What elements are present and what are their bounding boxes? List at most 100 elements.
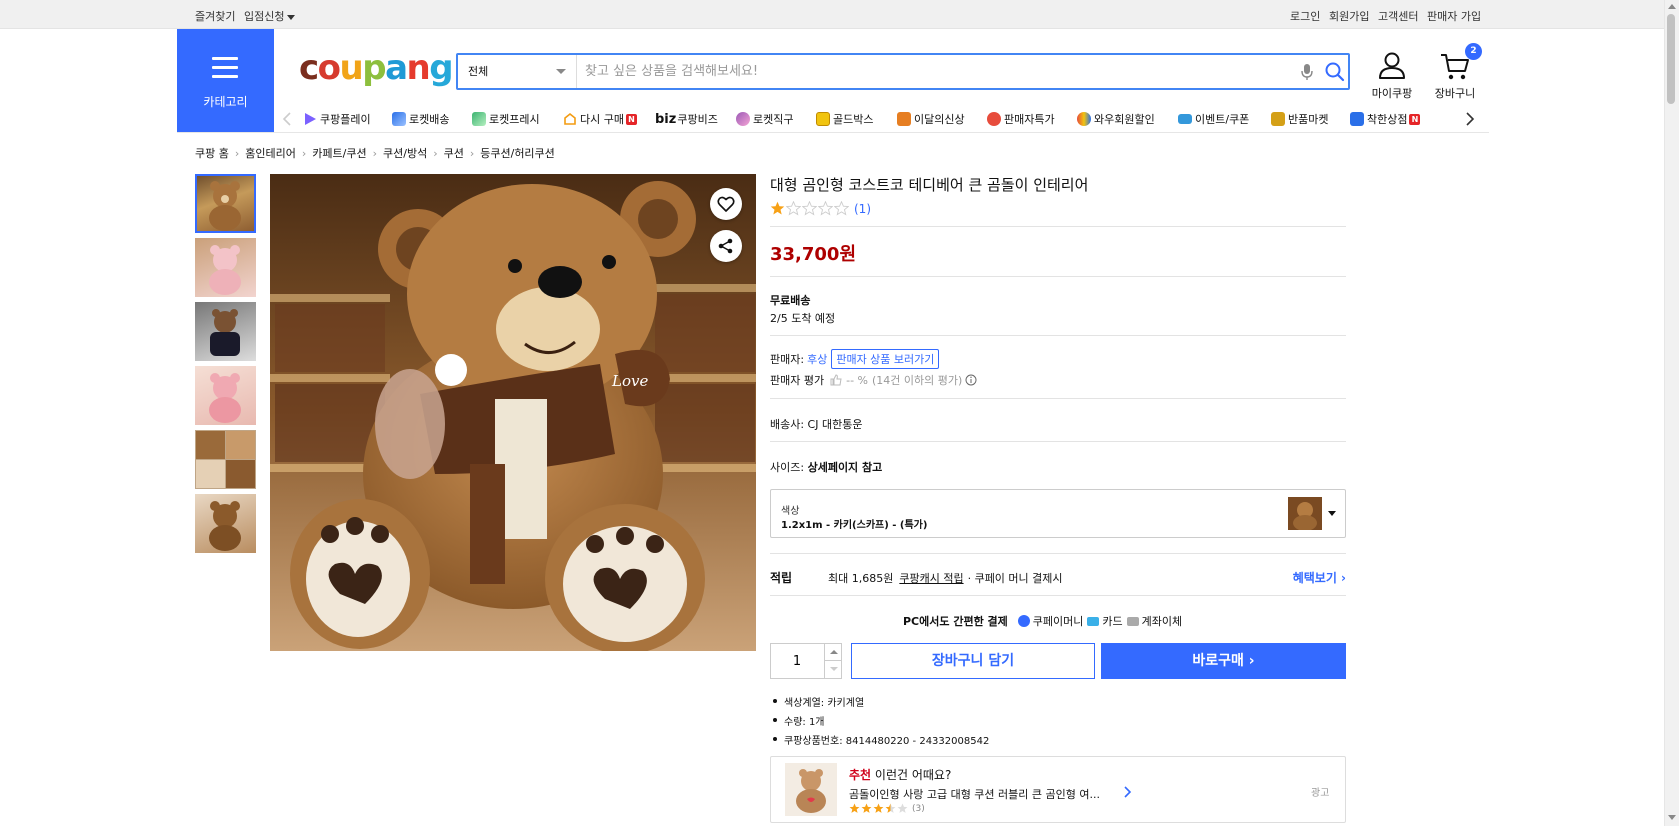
color-option-select[interactable]: 색상 1.2x1m - 카키(스카프) - (특가) — [770, 489, 1346, 538]
coupang-logo[interactable]: coupang — [299, 48, 454, 88]
seller-apply-label: 입점신청 — [244, 10, 285, 23]
gnb-item-coupang-biz[interactable]: biz 쿠팡비즈 — [655, 111, 718, 127]
quantity-decrease-button[interactable] — [824, 661, 842, 678]
my-coupang-button[interactable]: 마이쿠팡 — [1362, 49, 1422, 100]
global-icon — [736, 112, 750, 126]
gnb-label: 착한상점 — [1367, 113, 1408, 126]
hamburger-icon — [212, 57, 238, 84]
product-thumbnail[interactable] — [195, 238, 256, 297]
breadcrumb-item[interactable]: 쿠팡 홈 — [195, 145, 229, 161]
recommendation-title: 추천 이런건 어때요? — [849, 766, 951, 783]
reco-title-highlight: 추천 — [849, 768, 872, 782]
customer-center-link[interactable]: 고객센터 — [1378, 8, 1418, 24]
login-link[interactable]: 로그인 — [1290, 8, 1320, 24]
black-shirt-bear-thumb-image — [210, 309, 240, 356]
chevron-right-icon: › — [433, 146, 438, 160]
cart-count-badge: 2 — [1465, 43, 1482, 60]
seller-apply-dropdown[interactable]: 입점신청 — [244, 8, 296, 24]
cart-button[interactable]: 2 장바구니 — [1428, 43, 1482, 100]
gnb-prev-icon[interactable] — [282, 111, 292, 127]
seller-rating-note: (14건 이하의 평가) — [872, 374, 963, 387]
share-button[interactable] — [710, 230, 742, 262]
product-rating[interactable]: (1) — [770, 201, 871, 216]
product-thumbnail[interactable] — [195, 494, 256, 553]
gnb-label: 와우회원할인 — [1094, 113, 1155, 126]
product-thumbnail[interactable] — [195, 366, 256, 425]
category-menu-button[interactable]: 카테고리 — [177, 29, 274, 133]
benefits-link[interactable]: 혜택보기 › — [1293, 569, 1346, 586]
search-category-select[interactable]: 전체 — [458, 55, 577, 88]
new-badge: N — [1409, 113, 1421, 125]
new-badge: N — [625, 113, 637, 125]
rating-count[interactable]: (1) — [854, 202, 871, 216]
page-scrollbar[interactable] — [1664, 0, 1679, 826]
gnb-label: 쿠팡비즈 — [677, 113, 718, 126]
gnb-item-rebuy[interactable]: 다시 구매 N — [563, 111, 637, 127]
gnb-item-wow-discount[interactable]: 와우회원할인 — [1077, 111, 1155, 127]
breadcrumb-item[interactable]: 쿠션 — [444, 145, 464, 161]
gnb-label: 다시 구매 — [580, 113, 624, 126]
breadcrumb-item[interactable]: 등쿠션/허리쿠션 — [480, 145, 555, 161]
cart-label: 장바구니 — [1434, 87, 1476, 100]
reco-title-text: 이런건 어때요? — [871, 768, 952, 782]
star-empty-icon — [834, 201, 849, 216]
gnb-item-events-coupons[interactable]: 이벤트/쿠폰 — [1178, 111, 1249, 127]
quantity-increase-button[interactable] — [824, 644, 842, 661]
chevron-right-icon[interactable] — [1123, 785, 1133, 799]
gnb-item-new-items[interactable]: 이달의신상 — [897, 111, 965, 127]
breadcrumb-item[interactable]: 쿠션/방석 — [383, 145, 427, 161]
product-thumbnail[interactable] — [195, 302, 256, 361]
size-label: 사이즈: — [770, 461, 805, 474]
wishlist-button[interactable] — [710, 188, 742, 220]
breadcrumb-item[interactable]: 홈인테리어 — [245, 145, 296, 161]
scrollbar-thumb[interactable] — [1667, 14, 1675, 104]
breadcrumb-item[interactable]: 카페트/쿠션 — [312, 145, 366, 161]
rebuy-icon — [564, 112, 576, 125]
scroll-up-icon[interactable] — [1668, 4, 1676, 9]
add-to-cart-button[interactable]: 장바구니 담기 — [851, 643, 1095, 679]
ad-label: 광고 — [1311, 788, 1330, 799]
gnb-item-good-store[interactable]: 착한상점 N — [1350, 111, 1421, 127]
quantity-input[interactable] — [771, 644, 823, 678]
gnb-label: 쿠팡플레이 — [320, 113, 371, 126]
logo-letter: c — [299, 48, 319, 88]
gnb-item-rocket-delivery[interactable]: 로켓배송 — [392, 111, 449, 127]
seller-rating-value: -- % — [846, 373, 868, 387]
product-price: 33,700원 — [770, 244, 857, 265]
star-empty-icon — [818, 201, 833, 216]
points-amount: 최대 1,685원 — [828, 571, 894, 585]
gnb-item-return-market[interactable]: 반품마켓 — [1271, 111, 1328, 127]
product-thumbnail[interactable] — [195, 174, 256, 233]
thumbs-up-icon — [830, 374, 842, 386]
info-icon[interactable] — [965, 374, 977, 386]
bear-reco-image — [785, 763, 837, 816]
recommendation-card[interactable]: 추천 이런건 어때요? 곰돌이인형 사랑 고급 대형 쿠션 러블리 큰 곰인형 … — [770, 756, 1346, 823]
product-thumbnail[interactable] — [195, 430, 256, 489]
signup-link[interactable]: 회원가입 — [1329, 8, 1369, 24]
gnb-item-coupang-play[interactable]: 쿠팡플레이 — [303, 111, 371, 127]
gnb-label: 반품마켓 — [1288, 113, 1329, 126]
gnb-item-rocket-global[interactable]: 로켓직구 — [736, 111, 793, 127]
microphone-icon[interactable] — [1301, 63, 1313, 81]
gnb-item-goldbox[interactable]: 골드박스 — [816, 111, 873, 127]
gnb-item-seller-deals[interactable]: 판매자특가 — [987, 111, 1055, 127]
product-title: 대형 곰인형 코스트코 테디베어 큰 곰돌이 인테리어 — [770, 176, 1089, 194]
divider — [770, 553, 1346, 554]
divider — [770, 398, 1346, 399]
gnb-next-icon[interactable] — [1465, 111, 1475, 127]
seller-signup-link[interactable]: 판매자 가입 — [1427, 8, 1481, 24]
biz-icon: biz — [655, 111, 677, 127]
seller-products-button[interactable]: 판매자 상품 보러가기 — [831, 349, 940, 369]
search-icon[interactable] — [1324, 61, 1346, 83]
wow-icon — [1077, 112, 1091, 126]
search-input[interactable] — [585, 58, 1235, 85]
seller-name-link[interactable]: 후상 — [807, 351, 827, 367]
buy-now-button[interactable]: 바로구매 › — [1101, 643, 1346, 679]
bookmark-link[interactable]: 즐겨찾기 — [195, 8, 235, 24]
scroll-down-icon[interactable] — [1668, 815, 1676, 820]
gnb-item-rocket-fresh[interactable]: 로켓프레시 — [472, 111, 540, 127]
quantity-stepper — [770, 643, 842, 679]
logo-letter: g — [429, 48, 453, 88]
coupang-cash-link[interactable]: 쿠팡캐시 적립 — [899, 570, 963, 586]
share-icon — [718, 238, 733, 254]
